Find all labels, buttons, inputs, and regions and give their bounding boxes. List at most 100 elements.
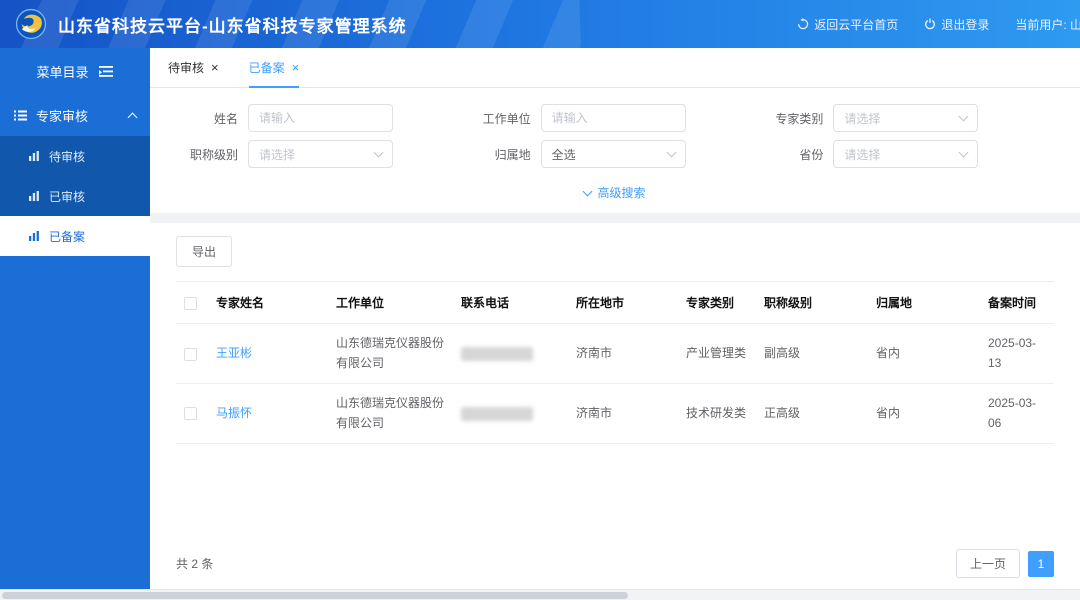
tab-label: 已备案 <box>249 59 285 76</box>
th-expert-name: 专家姓名 <box>208 282 328 324</box>
tab-pending-review[interactable]: 待审核 × <box>168 48 219 87</box>
cell-work-unit: 山东德瑞克仪器股份有限公司 <box>328 324 453 384</box>
cell-phone <box>453 383 568 443</box>
table-row: 王亚彬 山东德瑞克仪器股份有限公司 济南市 产业管理类 副高级 省内 2025-… <box>176 324 1054 384</box>
cell-expert-name: 马振怀 <box>208 383 328 443</box>
close-icon[interactable]: × <box>292 61 300 74</box>
cell-title-level: 副高级 <box>756 324 868 384</box>
th-work-unit: 工作单位 <box>328 282 453 324</box>
cell-filed-date: 2025-03-06 <box>980 383 1054 443</box>
menu-directory-toggle[interactable]: 菜单目录 <box>0 48 150 94</box>
page-title: 山东省科技云平台-山东省科技专家管理系统 <box>58 12 407 37</box>
sidebar-item-pending-review[interactable]: 待审核 <box>0 136 150 176</box>
main-content: 待审核 × 已备案 × 姓名 工作单位 <box>150 48 1080 600</box>
horizontal-scrollbar-thumb[interactable] <box>2 592 628 599</box>
power-icon <box>924 18 936 30</box>
title-level-select[interactable]: 请选择 <box>248 140 393 168</box>
advanced-search-label: 高级搜索 <box>597 184 645 201</box>
th-select <box>176 282 208 324</box>
logout-link[interactable]: 退出登录 <box>924 16 989 33</box>
expert-name-link[interactable]: 马振怀 <box>216 406 252 420</box>
chevron-down-icon <box>959 112 969 122</box>
sidebar-group-expert-review[interactable]: 专家审核 <box>0 94 150 136</box>
sidebar-item-label: 待审核 <box>49 148 85 165</box>
expert-table: 专家姓名 工作单位 联系电话 所在地市 专家类别 职称级别 归属地 备案时间 <box>176 281 1054 444</box>
brand: 山东省科技云平台-山东省科技专家管理系统 <box>14 7 407 41</box>
return-icon <box>797 18 809 30</box>
bar-chart-icon <box>28 190 40 202</box>
list-icon <box>14 109 27 122</box>
filter-title-level: 职称级别 请选择 <box>176 140 469 168</box>
work-unit-label: 工作单位 <box>469 110 531 127</box>
chevron-down-icon <box>374 148 384 158</box>
sidebar-group-label: 专家审核 <box>36 106 88 125</box>
table-header-row: 专家姓名 工作单位 联系电话 所在地市 专家类别 职称级别 归属地 备案时间 <box>176 282 1054 324</box>
expert-table-wrap: 专家姓名 工作单位 联系电话 所在地市 专家类别 职称级别 归属地 备案时间 <box>150 277 1080 537</box>
row-checkbox[interactable] <box>184 407 197 420</box>
cell-city: 济南市 <box>568 324 678 384</box>
chevron-down-icon <box>666 148 676 158</box>
sidebar-item-label: 已备案 <box>49 228 85 245</box>
filter-expert-category: 专家类别 请选择 <box>761 104 1054 132</box>
cell-category: 技术研发类 <box>678 383 756 443</box>
prev-page-button[interactable]: 上一页 <box>956 549 1020 578</box>
expert-category-label: 专家类别 <box>761 110 823 127</box>
name-input[interactable] <box>248 104 393 132</box>
name-label: 姓名 <box>176 110 238 127</box>
sidebar-submenu: 待审核 已审核 已备案 <box>0 136 150 256</box>
table-row: 马振怀 山东德瑞克仪器股份有限公司 济南市 技术研发类 正高级 省内 2025-… <box>176 383 1054 443</box>
filter-panel: 姓名 工作单位 专家类别 请选择 <box>150 88 1080 213</box>
province-label: 省份 <box>761 146 823 163</box>
region-select[interactable]: 全选 <box>541 140 686 168</box>
cell-select <box>176 383 208 443</box>
bar-chart-icon <box>28 230 40 242</box>
app-header: 山东省科技云平台-山东省科技专家管理系统 返回云平台首页 退出登录 当前用户: … <box>0 0 1080 48</box>
province-select[interactable]: 请选择 <box>833 140 978 168</box>
cell-filed-date: 2025-03-13 <box>980 324 1054 384</box>
title-level-label: 职称级别 <box>176 146 238 163</box>
tab-bar: 待审核 × 已备案 × <box>150 48 1080 88</box>
advanced-search-toggle[interactable]: 高级搜索 <box>176 176 1054 213</box>
cell-city: 济南市 <box>568 383 678 443</box>
region-label: 归属地 <box>469 146 531 163</box>
cell-work-unit: 山东德瑞克仪器股份有限公司 <box>328 383 453 443</box>
sidebar: 菜单目录 专家审核 <box>0 48 150 600</box>
select-value: 全选 <box>552 146 576 163</box>
logout-label: 退出登录 <box>941 16 989 33</box>
sidebar-item-reviewed[interactable]: 已审核 <box>0 176 150 216</box>
topbar-actions: 返回云平台首页 退出登录 当前用户: 山东 <box>771 0 1080 48</box>
filter-province: 省份 请选择 <box>761 140 1054 168</box>
app-logo-icon <box>14 7 48 41</box>
chevron-down-icon <box>583 186 593 196</box>
select-all-checkbox[interactable] <box>184 297 197 310</box>
row-checkbox[interactable] <box>184 348 197 361</box>
horizontal-scrollbar[interactable] <box>0 589 1080 600</box>
expert-category-select[interactable]: 请选择 <box>833 104 978 132</box>
cell-title-level: 正高级 <box>756 383 868 443</box>
return-home-link[interactable]: 返回云平台首页 <box>797 16 898 33</box>
collapse-menu-icon <box>99 65 114 78</box>
sidebar-item-filed[interactable]: 已备案 <box>0 216 150 256</box>
app-window: 山东省科技云平台-山东省科技专家管理系统 返回云平台首页 退出登录 当前用户: … <box>0 0 1080 600</box>
menu-directory-label: 菜单目录 <box>36 62 88 81</box>
tab-filed[interactable]: 已备案 × <box>249 48 300 87</box>
total-count-label: 共 2 条 <box>176 555 213 572</box>
filter-region: 归属地 全选 <box>469 140 762 168</box>
phone-redacted <box>461 347 533 361</box>
sidebar-item-label: 已审核 <box>49 188 85 205</box>
cell-phone <box>453 324 568 384</box>
return-home-label: 返回云平台首页 <box>814 16 898 33</box>
chevron-down-icon <box>959 148 969 158</box>
page-1-button[interactable]: 1 <box>1028 551 1054 577</box>
cell-category: 产业管理类 <box>678 324 756 384</box>
th-phone: 联系电话 <box>453 282 568 324</box>
bar-chart-icon <box>28 150 40 162</box>
th-city: 所在地市 <box>568 282 678 324</box>
select-placeholder: 请选择 <box>844 146 880 163</box>
cell-region: 省内 <box>868 383 980 443</box>
work-unit-input[interactable] <box>541 104 686 132</box>
export-button[interactable]: 导出 <box>176 236 232 267</box>
th-filed-date: 备案时间 <box>980 282 1054 324</box>
expert-name-link[interactable]: 王亚彬 <box>216 346 252 360</box>
close-icon[interactable]: × <box>211 61 219 74</box>
